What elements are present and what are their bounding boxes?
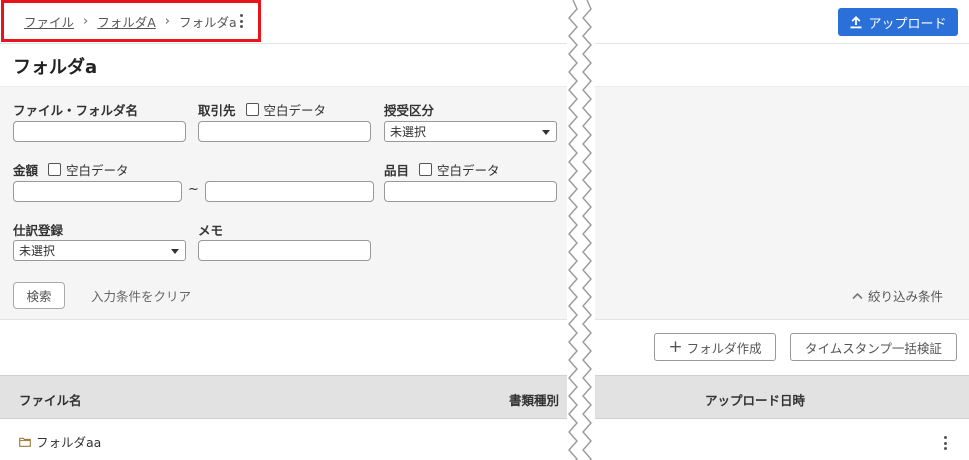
upload-button[interactable]: アップロード — [838, 8, 958, 36]
clear-conditions-link[interactable]: 入力条件をクリア — [91, 286, 191, 305]
column-header-document-type[interactable]: 書類種別 — [509, 390, 559, 409]
partner-blank-checkbox[interactable]: 空白データ — [245, 100, 327, 119]
item-blank-checkbox[interactable]: 空白データ — [419, 160, 500, 179]
create-folder-label: フォルダ作成 — [686, 340, 762, 356]
folder-icon — [19, 437, 31, 447]
row-file-name: フォルダaa — [36, 435, 102, 450]
checkbox-icon — [245, 103, 259, 116]
chevron-right-icon: › — [83, 14, 89, 29]
amount-range-separator: ~ — [188, 182, 199, 197]
checkbox-icon — [419, 163, 433, 176]
filename-filter-label: ファイル・フォルダ名 — [13, 103, 139, 118]
filename-input[interactable] — [13, 121, 186, 142]
journal-filter-label: 仕訳登録 — [13, 223, 64, 238]
blank-data-label: 空白データ — [66, 163, 129, 178]
memo-filter-label: メモ — [198, 223, 224, 238]
chevron-up-icon — [852, 292, 863, 299]
journal-select-value: 未選択 — [19, 244, 56, 258]
upload-icon — [850, 16, 862, 29]
partner-input[interactable] — [198, 121, 371, 142]
item-filter-label: 品目 空白データ — [384, 160, 500, 179]
checkbox-icon — [48, 163, 62, 176]
timestamp-verify-button[interactable]: タイムスタンプ一括検証 — [790, 333, 957, 361]
blank-data-label: 空白データ — [263, 103, 327, 118]
chevron-right-icon: › — [164, 14, 170, 29]
column-header-filename[interactable]: ファイル名 — [19, 390, 82, 409]
create-folder-button[interactable]: + フォルダ作成 — [654, 333, 776, 361]
search-button[interactable]: 検索 — [13, 282, 65, 309]
table-row[interactable]: フォルダaa — [0, 419, 969, 460]
breadcrumb: ファイル › フォルダA › フォルダa — [24, 12, 237, 31]
collapse-filters-label: 絞り込み条件 — [868, 289, 944, 304]
breadcrumb-item-folder-a[interactable]: フォルダA — [97, 12, 156, 31]
breadcrumb-item-files[interactable]: ファイル — [24, 12, 74, 31]
blank-data-label: 空白データ — [437, 163, 500, 178]
page-title: フォルダa — [13, 57, 98, 78]
row-more-menu-icon[interactable] — [941, 434, 949, 452]
column-header-upload-date[interactable]: アップロード日時 — [705, 390, 805, 409]
item-input[interactable] — [384, 181, 557, 202]
partner-label-text: 取引先 — [198, 103, 236, 118]
plus-icon: + — [668, 336, 683, 357]
amount-max-input[interactable] — [205, 181, 374, 202]
breadcrumb-current: フォルダa — [178, 15, 237, 30]
upload-button-label: アップロード — [868, 16, 947, 32]
memo-input[interactable] — [198, 240, 371, 261]
caret-down-icon — [542, 130, 550, 135]
collapse-filters-toggle[interactable]: 絞り込み条件 — [852, 286, 943, 305]
image-break-zigzag — [568, 0, 592, 460]
file-name-cell[interactable]: フォルダaa — [19, 432, 101, 451]
caret-down-icon — [171, 249, 179, 254]
amount-min-input[interactable] — [13, 181, 182, 202]
more-menu-icon[interactable] — [237, 12, 245, 30]
transfer-select[interactable]: 未選択 — [384, 121, 557, 142]
partner-filter-label: 取引先 空白データ — [198, 100, 326, 119]
top-bar: ファイル › フォルダA › フォルダa アップロード — [0, 0, 969, 44]
transfer-select-value: 未選択 — [390, 125, 427, 139]
amount-label-text: 金額 — [13, 163, 39, 178]
journal-select[interactable]: 未選択 — [13, 240, 186, 261]
amount-blank-checkbox[interactable]: 空白データ — [48, 160, 129, 179]
filter-panel: ファイル・フォルダ名 取引先 空白データ 授受区分 未選択 金額 空白データ ~… — [0, 86, 969, 320]
amount-filter-label: 金額 空白データ — [13, 160, 129, 179]
table-header: ファイル名 書類種別 アップロード日時 — [0, 375, 969, 419]
item-label-text: 品目 — [384, 163, 410, 178]
transfer-filter-label: 授受区分 — [384, 103, 435, 118]
